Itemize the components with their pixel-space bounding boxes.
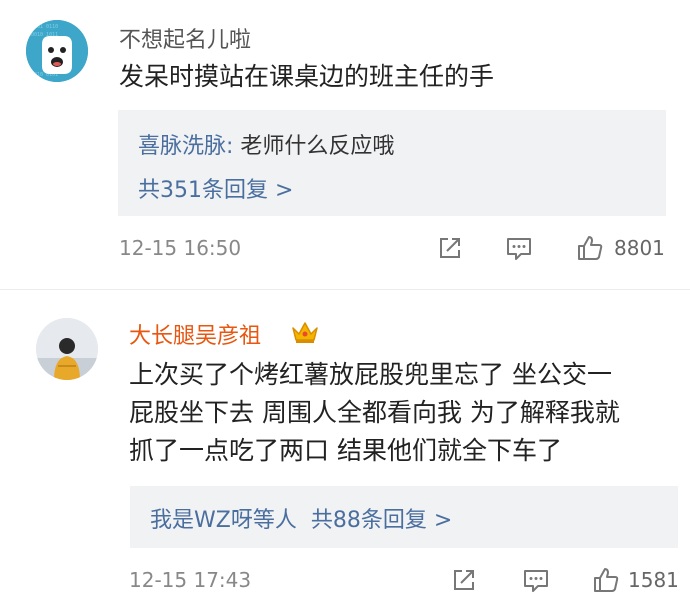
username[interactable]: 不想起名儿啦: [119, 22, 251, 54]
timestamp: 12-15 17:43: [129, 568, 252, 592]
like-count: 1581: [628, 568, 679, 592]
reply-usernames[interactable]: 我是WZ呀等人: [150, 508, 297, 533]
avatar[interactable]: 01101 0110 10010 1011 11010 0101: [26, 20, 88, 82]
avatar[interactable]: [36, 318, 98, 380]
comment-item: 大长腿吴彦祖 上次买了个烤红薯放屁股兜里忘了 坐公交一 屁股坐下去 周围人全都看…: [0, 300, 690, 613]
comment-item: 01101 0110 10010 1011 11010 0101 不想起名儿啦 …: [0, 0, 690, 282]
comment-text-line: 上次买了个烤红薯放屁股兜里忘了 坐公交一: [129, 360, 612, 389]
reply-line: 喜脉洗脉: 老师什么反应哦: [138, 128, 394, 160]
reply-text: 老师什么反应哦: [233, 134, 395, 159]
avatar-cartoon-icon: 01101 0110 10010 1011 11010 0101: [26, 20, 88, 82]
reply-preview[interactable]: 我是WZ呀等人 共88条回复 >: [130, 486, 678, 548]
reply-count-link[interactable]: 共88条回复 >: [311, 508, 452, 533]
comment-text: 发呆时摸站在课桌边的班主任的手: [119, 58, 494, 96]
svg-text:01101 0110: 01101 0110: [28, 24, 58, 30]
reply-preview[interactable]: 喜脉洗脉: 老师什么反应哦 共351条回复 >: [118, 110, 666, 216]
comment-text-line: 发呆时摸站在课桌边的班主任的手: [119, 62, 495, 91]
comment-icon[interactable]: [522, 566, 550, 594]
avatar-photo-icon: [36, 318, 98, 380]
divider: [0, 289, 690, 290]
comment-text-line: 屁股坐下去 周围人全都看向我 为了解释我就: [129, 398, 620, 427]
timestamp: 12-15 16:50: [119, 236, 242, 260]
reply-line: 我是WZ呀等人 共88条回复 >: [150, 502, 452, 534]
thumbs-up-icon[interactable]: [592, 566, 620, 594]
crown-icon: [292, 322, 318, 343]
like-count: 8801: [614, 236, 665, 260]
comment-meta: 12-15 16:50 8801: [0, 228, 690, 268]
comment-text-line: 抓了一点吃了两口 结果他们就全下车了: [129, 436, 562, 465]
share-icon[interactable]: [436, 234, 464, 262]
username[interactable]: 大长腿吴彦祖: [129, 318, 261, 350]
reply-username[interactable]: 喜脉洗脉:: [138, 134, 233, 159]
comment-text: 上次买了个烤红薯放屁股兜里忘了 坐公交一 屁股坐下去 周围人全都看向我 为了解释…: [129, 356, 674, 470]
reply-count-link[interactable]: 共351条回复 >: [138, 172, 293, 204]
comment-meta: 12-15 17:43 1581: [0, 560, 690, 600]
comment-icon[interactable]: [505, 234, 533, 262]
share-icon[interactable]: [450, 566, 478, 594]
thumbs-up-icon[interactable]: [576, 234, 604, 262]
